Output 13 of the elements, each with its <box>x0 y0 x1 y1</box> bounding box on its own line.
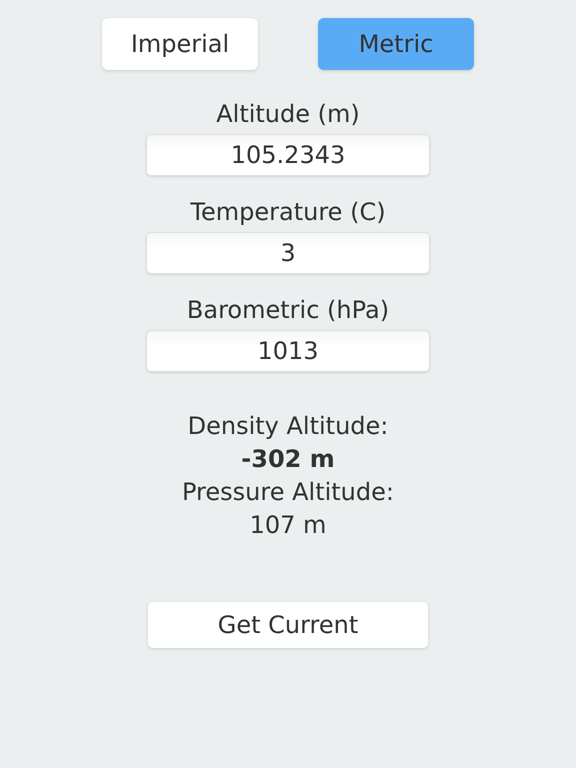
field-label: Temperature (C) <box>190 197 386 228</box>
field-label: Altitude (m) <box>216 99 360 130</box>
unit-toggle-button[interactable]: Metric <box>318 18 474 70</box>
input-field[interactable]: 105.2343 <box>146 134 430 176</box>
result-value: -302 m <box>241 444 335 475</box>
input-field[interactable]: 3 <box>146 232 430 274</box>
input-field[interactable]: 1013 <box>146 330 430 372</box>
result-value: 107 m <box>250 510 326 541</box>
get-current-button[interactable]: Get Current <box>148 602 428 648</box>
field-label: Barometric (hPa) <box>186 295 390 326</box>
unit-toggle-button[interactable]: Imperial <box>102 18 258 70</box>
result-label: Density Altitude: <box>188 411 388 442</box>
result-label: Pressure Altitude: <box>182 477 394 508</box>
